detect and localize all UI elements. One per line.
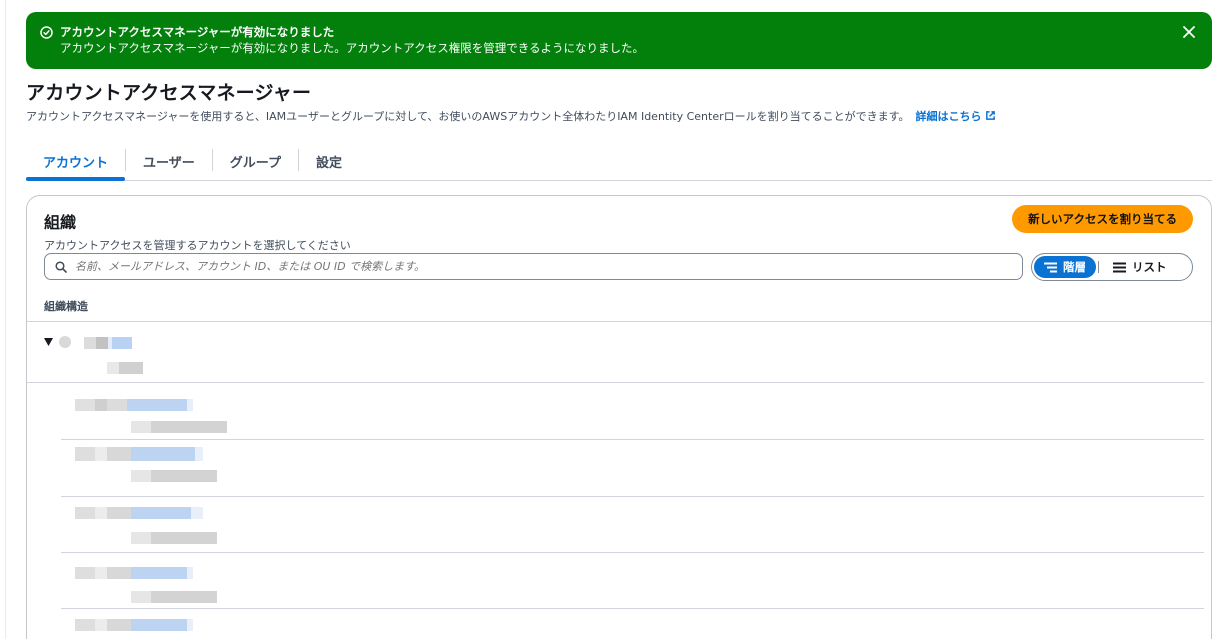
close-icon[interactable]: [1182, 25, 1196, 39]
hierarchy-label: 階層: [1063, 260, 1086, 274]
redacted-account-name: [75, 619, 193, 631]
assign-new-access-button[interactable]: 新しいアクセスを割り当てる: [1012, 205, 1193, 233]
flash-title: アカウントアクセスマネージャーが有効になりました: [60, 25, 335, 39]
toggle-divider: [1098, 261, 1099, 273]
hierarchy-icon: [1044, 262, 1057, 272]
redacted-account-name: [75, 399, 193, 411]
redacted-account-id: [131, 470, 217, 482]
redacted-account-name: [75, 567, 193, 579]
row-divider: [61, 552, 1204, 553]
organization-panel: 組織 アカウントアクセスを管理するアカウントを選択してください 新しいアクセスを…: [26, 195, 1212, 639]
success-check-icon: [40, 25, 53, 39]
structure-label: 組織構造: [44, 300, 88, 313]
search-field[interactable]: [44, 253, 1023, 280]
list-icon: [1113, 262, 1126, 272]
redacted-account-id: [131, 421, 227, 433]
row-divider: [61, 439, 1204, 440]
tab-accounts[interactable]: アカウント: [26, 145, 126, 181]
redacted-account-name: [75, 447, 203, 461]
tab-users[interactable]: ユーザー: [126, 145, 212, 179]
description-text: アカウントアクセスマネージャーを使用すると、IAMユーザーとグループに対して、お…: [26, 110, 910, 123]
row-divider: [61, 496, 1204, 497]
list-label: リスト: [1132, 260, 1167, 274]
org-icon: [59, 336, 71, 348]
caret-down-icon[interactable]: [44, 338, 53, 346]
redacted-root-id: [107, 362, 143, 374]
tab-settings[interactable]: 設定: [299, 145, 359, 179]
view-toggle: 階層 リスト: [1031, 253, 1193, 281]
page-description: アカウントアクセスマネージャーを使用すると、IAMユーザーとグループに対して、お…: [26, 108, 996, 124]
learn-more-link[interactable]: 詳細はこちら: [916, 110, 996, 123]
learn-more-label: 詳細はこちら: [915, 110, 982, 123]
flash-message: アカウントアクセスマネージャーが有効になりました。アカウントアクセス権限を管理で…: [60, 41, 644, 55]
redacted-account-id: [131, 532, 217, 544]
tree-root-node[interactable]: [44, 336, 81, 348]
hierarchy-view-button[interactable]: 階層: [1034, 256, 1096, 278]
list-view-button[interactable]: リスト: [1101, 256, 1179, 278]
tab-bar: アカウント ユーザー グループ 設定: [26, 145, 1212, 181]
page-title: アカウントアクセスマネージャー: [26, 82, 312, 104]
tab-groups[interactable]: グループ: [213, 145, 298, 179]
search-icon: [55, 260, 67, 273]
page-edge: [5, 0, 6, 639]
redacted-root-name: [84, 337, 132, 349]
organization-subtitle: アカウントアクセスを管理するアカウントを選択してください: [44, 239, 351, 252]
row-divider: [27, 382, 1204, 383]
search-input[interactable]: [75, 260, 1022, 273]
row-divider: [61, 608, 1204, 609]
redacted-account-id: [131, 591, 217, 603]
external-link-icon: [985, 111, 995, 120]
organization-title: 組織: [44, 213, 77, 232]
structure-divider: [27, 321, 1211, 322]
success-flash-banner: アカウントアクセスマネージャーが有効になりました アカウントアクセスマネージャー…: [26, 12, 1212, 69]
redacted-account-name: [75, 507, 203, 519]
